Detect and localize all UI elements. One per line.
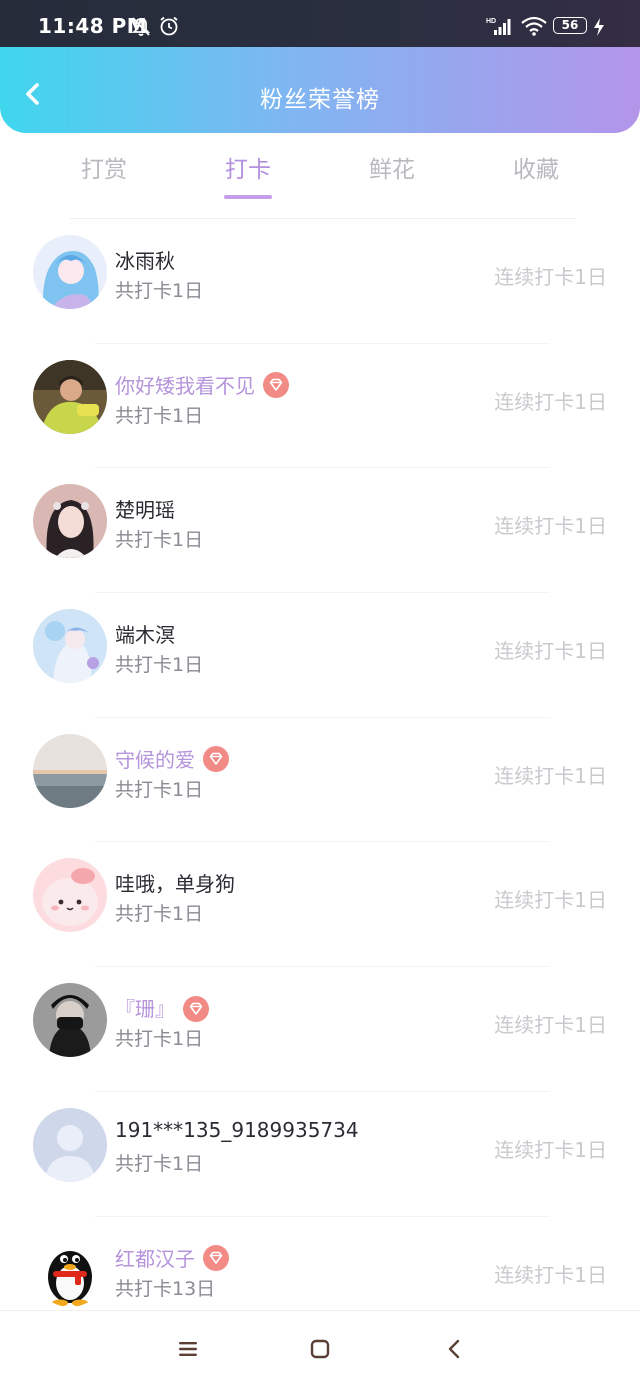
menu-icon[interactable] xyxy=(176,1337,200,1361)
fan-name-line: 楚明瑶 xyxy=(115,494,175,523)
signal-icon: HD xyxy=(486,18,511,35)
wifi-icon xyxy=(521,16,547,36)
total-checkin-days: 共打卡1日 xyxy=(115,280,204,302)
fan-name: 冰雨秋 xyxy=(115,249,175,273)
tab-bar: 打赏 打卡 鲜花 收藏 xyxy=(32,140,608,204)
header: 11:48 PM HD 56 粉丝荣誉榜 xyxy=(0,0,640,133)
fan-name-line: 端木溟 xyxy=(115,619,175,648)
consecutive-checkin-days: 连续打卡1日 xyxy=(494,1013,607,1038)
total-checkin-days: 共打卡1日 xyxy=(115,1152,204,1175)
consecutive-checkin-days: 连续打卡1日 xyxy=(494,514,607,539)
consecutive-checkin-days: 连续打卡1日 xyxy=(494,639,607,664)
bell-muted-icon xyxy=(131,17,151,36)
vip-diamond-icon xyxy=(183,995,209,1022)
fan-row[interactable]: 楚明瑶共打卡1日 连续打卡1日 xyxy=(0,468,640,594)
fan-name: 哇哦，单身狗 xyxy=(115,872,235,897)
vip-diamond-icon xyxy=(203,746,229,773)
total-checkin-days: 共打卡1日 xyxy=(115,404,204,427)
fan-name: 『珊』 xyxy=(115,997,175,1022)
fan-name-line: 191***135_9189935734 xyxy=(115,1118,359,1142)
fan-row[interactable]: 『珊』共打卡1日 连续打卡1日 xyxy=(0,967,640,1092)
fan-name: 你好矮我看不见 xyxy=(115,373,255,398)
tab-2[interactable]: 鲜花 xyxy=(320,140,464,204)
charging-bolt-icon xyxy=(594,18,604,36)
battery-icon: 56 xyxy=(553,17,587,34)
tab-active-indicator xyxy=(224,195,272,199)
consecutive-checkin-days: 连续打卡1日 xyxy=(494,888,607,913)
fan-name: 191***135_9189935734 xyxy=(115,1117,359,1142)
fan-list: 冰雨秋 共打卡1日 连续打卡1日 你好矮我看不见 共打卡1日 连续打卡1日 楚明瑶 共打卡1日… xyxy=(0,219,640,1341)
fan-row[interactable]: 守候的爱共打卡1日 连续打卡1日 xyxy=(0,718,640,843)
fan-name-line: 『珊』 xyxy=(115,993,209,1024)
fan-name: 红都汉子 xyxy=(115,1246,195,1271)
system-nav-bar xyxy=(0,1310,640,1387)
home-square-icon[interactable] xyxy=(308,1337,332,1361)
vip-diamond-icon xyxy=(263,372,289,399)
consecutive-checkin-days: 连续打卡1日 xyxy=(494,763,607,788)
fan-name-line: 哇哦，单身狗 xyxy=(115,868,235,897)
total-checkin-days: 共打卡13日 xyxy=(115,1277,216,1300)
fan-name: 楚明瑶 xyxy=(115,498,175,523)
fan-row[interactable]: 哇哦，单身狗 共打卡1日 连续打卡1日 xyxy=(0,842,640,968)
avatar[interactable] xyxy=(33,858,107,933)
battery-level: 56 xyxy=(561,18,579,32)
page-title: 粉丝荣誉榜 xyxy=(260,87,380,113)
avatar[interactable] xyxy=(33,359,107,434)
fan-row[interactable]: 191***135_9189935734 共打卡1日 连续打卡1日 xyxy=(0,1092,640,1217)
tab-label: 鲜花 xyxy=(369,157,415,183)
fan-row[interactable]: 冰雨秋共打卡1日 连续打卡1日 xyxy=(0,219,640,344)
app-root: 11:48 PM HD 56 粉丝荣誉榜 打赏 打卡 鲜花 收藏 冰雨秋 共打卡… xyxy=(0,0,640,1387)
fan-row[interactable]: 端木溟共打卡1日 连续打卡1日 xyxy=(0,593,640,718)
avatar[interactable] xyxy=(33,733,107,808)
fan-name-line: 红都汉子 xyxy=(115,1243,229,1274)
title-bar: 粉丝荣誉榜 xyxy=(0,47,640,133)
total-checkin-days: 共打卡1日 xyxy=(115,903,204,926)
fan-row[interactable]: 你好矮我看不见 共打卡1日 连续打卡1日 xyxy=(0,344,640,469)
avatar[interactable] xyxy=(33,484,107,559)
fan-name-line: 冰雨秋 xyxy=(115,245,175,274)
tab-0[interactable]: 打赏 xyxy=(32,140,176,204)
tab-label: 打卡 xyxy=(225,157,271,183)
total-checkin-days: 共打卡1日 xyxy=(115,529,204,552)
total-checkin-days: 共打卡1日 xyxy=(115,654,204,677)
fan-name: 守候的爱 xyxy=(115,747,195,772)
fan-name-line: 守候的爱 xyxy=(115,744,229,775)
total-checkin-days: 共打卡1日 xyxy=(115,778,204,801)
avatar[interactable] xyxy=(33,235,107,309)
total-checkin-days: 共打卡1日 xyxy=(115,1028,204,1051)
fan-name-line: 你好矮我看不见 xyxy=(115,370,289,401)
tab-1[interactable]: 打卡 xyxy=(176,140,320,204)
svg-text:HD: HD xyxy=(486,18,496,25)
avatar[interactable] xyxy=(33,983,107,1058)
avatar[interactable] xyxy=(33,1107,107,1182)
consecutive-checkin-days: 连续打卡1日 xyxy=(494,1262,607,1287)
fan-name: 端木溟 xyxy=(115,623,175,648)
vip-diamond-icon xyxy=(203,1245,229,1271)
avatar[interactable] xyxy=(33,609,107,684)
consecutive-checkin-days: 连续打卡1日 xyxy=(494,389,607,414)
consecutive-checkin-days: 连续打卡1日 xyxy=(494,1137,607,1162)
consecutive-checkin-days: 连续打卡1日 xyxy=(494,265,607,289)
tab-label: 收藏 xyxy=(513,157,559,183)
tab-3[interactable]: 收藏 xyxy=(464,140,608,204)
back-triangle-icon[interactable] xyxy=(442,1337,466,1361)
alarm-clock-icon xyxy=(160,16,178,36)
tab-label: 打赏 xyxy=(81,157,127,183)
status-bar: 11:48 PM HD 56 xyxy=(0,0,640,47)
avatar[interactable] xyxy=(33,1232,107,1307)
